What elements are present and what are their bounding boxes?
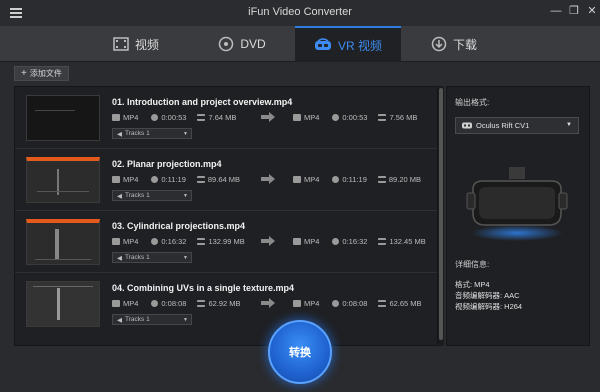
audio-track-select[interactable]: ◀ Tracks 1 ▼ — [112, 190, 192, 201]
list-item[interactable]: 02. Planar projection.mp4 MP4 0:11:19 89… — [15, 149, 437, 211]
audio-track-select[interactable]: ◀ Tracks 1 ▼ — [112, 128, 192, 139]
chevron-down-icon: ▼ — [183, 317, 188, 323]
vr-headset-icon — [462, 122, 472, 129]
output-format-select[interactable]: Oculus Rift CV1 ▼ — [455, 117, 579, 134]
maximize-button[interactable]: ❐ — [566, 3, 582, 19]
output-info: MP4 0:00:53 7.56 MB — [293, 113, 417, 122]
output-format-label: 输出格式: — [455, 98, 490, 107]
clock-icon — [151, 114, 159, 121]
list-item[interactable]: 03. Cylindrical projections.mp4 MP4 0:16… — [15, 211, 437, 273]
clock-icon — [332, 238, 340, 245]
audio-track-select[interactable]: ◀ Tracks 1 ▼ — [112, 314, 192, 325]
arrow-right-icon — [261, 236, 275, 246]
arrow-right-icon — [261, 112, 275, 122]
file-size-icon — [197, 114, 206, 121]
clock-icon — [151, 176, 159, 183]
tab-vr-video-label: VR 视频 — [337, 38, 382, 53]
format-detail: 格式: MP4 — [455, 280, 490, 289]
source-info: MP4 0:00:53 7.64 MB — [112, 113, 236, 122]
tab-video[interactable]: 视频 — [83, 26, 189, 62]
file-list: 01. Introduction and project overview.mp… — [14, 86, 438, 346]
clock-icon — [151, 300, 159, 307]
list-item[interactable]: 01. Introduction and project overview.mp… — [15, 87, 437, 149]
clock-icon — [332, 176, 340, 183]
add-file-button[interactable]: + 添加文件 — [14, 66, 69, 81]
source-info: MP4 0:08:08 62.92 MB — [112, 299, 241, 308]
list-scrollbar[interactable] — [438, 86, 444, 346]
source-info: MP4 0:11:19 89.64 MB — [112, 175, 240, 184]
clock-icon — [151, 238, 159, 245]
convert-label: 转换 — [289, 347, 311, 359]
file-size-icon — [378, 238, 387, 245]
file-size-icon — [377, 176, 386, 183]
minimize-button[interactable]: — — [548, 3, 564, 19]
speaker-icon: ◀ — [117, 130, 122, 138]
speaker-icon: ◀ — [117, 316, 122, 324]
output-info: MP4 0:16:32 132.45 MB — [293, 237, 426, 246]
file-size-icon — [197, 300, 206, 307]
video-thumbnail — [26, 95, 100, 141]
close-button[interactable]: ✕ — [584, 3, 600, 19]
file-name: 03. Cylindrical projections.mp4 — [112, 221, 246, 231]
vr-headset-icon — [314, 38, 331, 50]
tab-video-label: 视频 — [134, 37, 159, 52]
app-title: iFun Video Converter — [248, 6, 352, 18]
video-format-icon — [293, 176, 301, 183]
arrow-right-icon — [261, 174, 275, 184]
video-format-icon — [293, 238, 301, 245]
tab-download[interactable]: 下载 — [401, 26, 507, 62]
video-format-icon — [293, 300, 301, 307]
selected-format: Oculus Rift CV1 — [476, 121, 530, 130]
add-file-label: 添加文件 — [29, 69, 62, 78]
video-format-icon — [112, 300, 120, 307]
file-size-icon — [196, 176, 205, 183]
output-info: MP4 0:08:08 62.65 MB — [293, 299, 422, 308]
convert-button[interactable]: 转换 — [268, 320, 332, 384]
tab-vr-video[interactable]: VR 视频 — [295, 26, 401, 62]
tab-dvd-label: DVD — [240, 37, 266, 51]
video-format-icon — [112, 238, 120, 245]
tab-bar: 视频 DVD VR 视频 下载 — [0, 26, 600, 62]
title-bar: iFun Video Converter — ❐ ✕ — [0, 0, 600, 26]
clock-icon — [332, 114, 340, 121]
video-format-icon — [112, 114, 120, 121]
download-icon — [431, 36, 447, 52]
scrollbar-thumb[interactable] — [439, 88, 443, 340]
list-item[interactable]: 04. Combining UVs in a single texture.mp… — [15, 273, 437, 345]
chevron-down-icon: ▼ — [183, 131, 188, 137]
video-format-icon — [293, 114, 301, 121]
chevron-down-icon: ▼ — [183, 255, 188, 261]
chevron-down-icon: ▼ — [183, 193, 188, 199]
video-thumbnail — [26, 219, 100, 265]
vr-headset-image — [466, 167, 568, 241]
file-name: 01. Introduction and project overview.mp… — [112, 97, 293, 107]
disc-icon — [219, 36, 234, 52]
video-format-icon — [112, 176, 120, 183]
audio-track-select[interactable]: ◀ Tracks 1 ▼ — [112, 252, 192, 263]
tab-dvd[interactable]: DVD — [189, 26, 295, 62]
tab-download-label: 下载 — [452, 37, 477, 52]
file-name: 04. Combining UVs in a single texture.mp… — [112, 283, 295, 293]
video-thumbnail — [26, 281, 100, 327]
film-icon — [113, 37, 129, 51]
speaker-icon: ◀ — [117, 254, 122, 262]
audio-codec-detail: 音频编解码器: AAC — [455, 291, 520, 300]
source-info: MP4 0:16:32 132.99 MB — [112, 237, 245, 246]
video-codec-detail: 视频编解码器: H264 — [455, 302, 523, 311]
plus-icon: + — [21, 67, 27, 79]
chevron-down-icon: ▼ — [566, 122, 572, 128]
file-size-icon — [378, 114, 387, 121]
file-name: 02. Planar projection.mp4 — [112, 159, 222, 169]
arrow-right-icon — [261, 298, 275, 308]
file-size-icon — [197, 238, 206, 245]
output-panel: 输出格式: Oculus Rift CV1 ▼ 详细信息: 格式: MP4 音频… — [446, 86, 590, 346]
file-size-icon — [378, 300, 387, 307]
output-info: MP4 0:11:19 89.20 MB — [293, 175, 421, 184]
details-label: 详细信息: — [455, 260, 490, 269]
video-thumbnail — [26, 157, 100, 203]
speaker-icon: ◀ — [117, 192, 122, 200]
clock-icon — [332, 300, 340, 307]
